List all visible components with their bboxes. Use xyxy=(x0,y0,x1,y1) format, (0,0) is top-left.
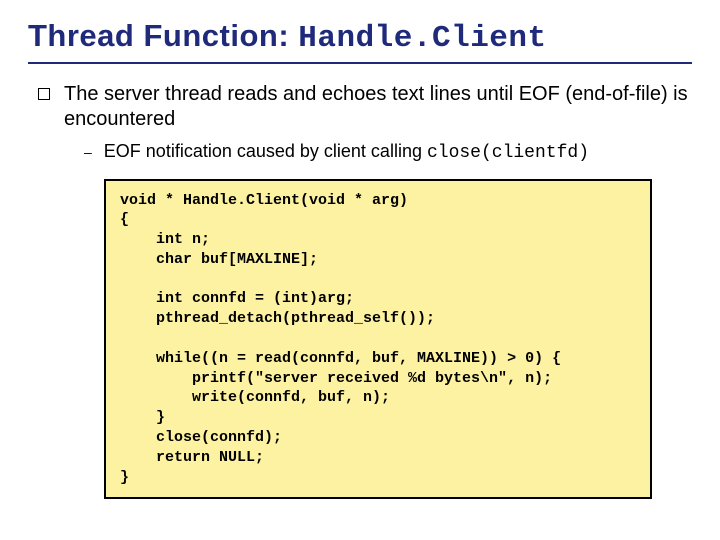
subbullet-code: close(clientfd) xyxy=(427,143,589,163)
dash-bullet-icon: – xyxy=(84,144,92,160)
square-bullet-icon xyxy=(38,88,50,100)
subbullet-row: – EOF notification caused by client call… xyxy=(84,140,692,165)
slide: Thread Function: Handle.Client The serve… xyxy=(0,0,720,517)
title-code: Handle.Client xyxy=(298,21,546,56)
slide-title: Thread Function: Handle.Client xyxy=(28,18,692,56)
bullet-row: The server thread reads and echoes text … xyxy=(38,82,692,132)
bullet-text: The server thread reads and echoes text … xyxy=(64,82,692,132)
subbullet-text: EOF notification caused by client callin… xyxy=(104,140,589,165)
title-prefix: Thread Function: xyxy=(28,18,298,53)
subbullet-prefix: EOF notification caused by client callin… xyxy=(104,141,427,161)
code-block: void * Handle.Client(void * arg) { int n… xyxy=(104,179,652,500)
title-rule xyxy=(28,62,692,64)
